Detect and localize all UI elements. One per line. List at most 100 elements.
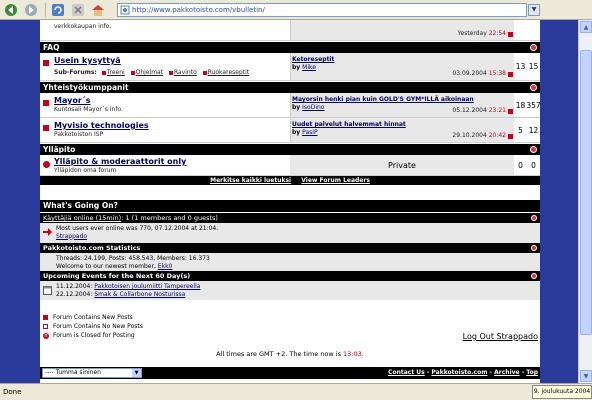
forum-row-yllapito: Ylläpito & moderaattorit only Ylläpidon … xyxy=(40,155,540,176)
contact-link[interactable]: Contact Us xyxy=(388,369,425,376)
forum-footer-links: Merkitse kaikki luetuksi View Forum Lead… xyxy=(40,176,540,185)
address-bar[interactable]: http://www.pakkotoisto.com/vbulletin/ xyxy=(117,2,527,17)
forum-title-link[interactable]: Myvisio technologies xyxy=(54,121,149,130)
no-new-posts-icon xyxy=(43,324,48,329)
subforum-icon xyxy=(202,70,207,75)
forum-title-link[interactable]: Usein kysyttyä xyxy=(54,56,121,65)
scroll-down-icon[interactable]: ▼ xyxy=(580,370,592,382)
last-post-user[interactable]: Mike xyxy=(302,64,316,71)
address-dropdown[interactable]: ▼ xyxy=(528,3,540,16)
forum-row-partial: verkkokaupan info. Yesterday 22:54 xyxy=(40,20,540,41)
address-text: http://www.pakkotoisto.com/vbulletin/ xyxy=(132,5,265,14)
private-cell: Private xyxy=(290,155,514,175)
forum-desc: verkkokaupan info. xyxy=(54,23,112,30)
back-button[interactable] xyxy=(2,2,20,18)
stop-icon xyxy=(72,3,84,16)
forum-row-usein: Usein kysyttyä Sub-Forums: Treeni Ohjelm… xyxy=(40,53,540,81)
go-last-post-icon[interactable] xyxy=(508,134,513,139)
last-post-user[interactable]: IsoDino xyxy=(302,104,324,111)
forum-desc: Kuntosali Mayor´s info. xyxy=(54,106,123,113)
toolbar-separator xyxy=(45,2,46,17)
last-post-by: by IsoDino xyxy=(292,104,325,111)
thread-count: 18 xyxy=(515,100,526,110)
style-select-value: ---- Tumma sininen xyxy=(45,369,101,376)
scroll-up-icon[interactable]: ▲ xyxy=(580,21,592,33)
online-user-link[interactable]: Strappado xyxy=(56,233,218,241)
forum-title-link[interactable]: Mayor´s xyxy=(54,96,91,105)
event-link[interactable]: Smak & Collarbone Nosturissa xyxy=(94,291,185,298)
forum-title-link[interactable]: Ylläpito & moderaattorit only xyxy=(54,157,186,166)
legend-new: Forum Contains New Posts xyxy=(43,314,133,321)
last-post-cell: Ketoreseptit by Mike 03.09.2004 15:38 xyxy=(290,53,514,80)
event-link[interactable]: Pakkotoisen joulumiitti Tampereella xyxy=(94,283,200,290)
style-select[interactable]: ---- Tumma sininen ▼ xyxy=(42,368,142,378)
vertical-scrollbar[interactable]: ▲ ▼ xyxy=(578,20,592,383)
thread-count: 0 xyxy=(518,160,523,170)
subforum-link[interactable]: Treeni xyxy=(107,69,125,76)
mark-read-link[interactable]: Merkitse kaikki luetuksi xyxy=(210,177,291,184)
new-posts-icon xyxy=(43,315,48,320)
site-link[interactable]: Pakkotoisto.com xyxy=(431,369,487,376)
collapse-icon[interactable] xyxy=(531,273,537,279)
last-post-user[interactable]: PasiP xyxy=(302,129,317,136)
wgo-title: What's Going On? xyxy=(43,201,118,210)
forward-button[interactable] xyxy=(22,2,40,18)
go-last-post-icon[interactable] xyxy=(508,32,513,37)
post-count: 357 xyxy=(526,100,541,110)
calendar-icon xyxy=(43,286,52,295)
subforum-icon xyxy=(130,70,135,75)
events-title: Upcoming Events for the Next 60 Day(s) xyxy=(43,272,191,280)
collapse-icon[interactable] xyxy=(531,245,537,251)
logout-link[interactable]: Log Out Strappado xyxy=(463,332,538,341)
subforum-link[interactable]: Ohjelmat xyxy=(136,69,163,76)
thread-count: 5 xyxy=(518,125,523,135)
clock-tooltip: 9. joulukuuta 2004 xyxy=(532,385,592,399)
forum-desc: Ylläpidon oma forum xyxy=(54,167,117,174)
most-users-text: Most users ever online was 770, 07.12.20… xyxy=(56,225,219,232)
category-yllapito[interactable]: Ylläpito xyxy=(40,144,540,155)
stats-line: Threads: 24.199, Posts: 458.543, Members… xyxy=(56,255,210,262)
event-line: 22.12.2004: Smak & Collarbone Nosturissa xyxy=(56,290,186,298)
refresh-button[interactable] xyxy=(49,2,67,18)
page-viewport: verkkokaupan info. Yesterday 22:54 FAQ U… xyxy=(0,20,578,383)
last-post-date: 29.10.2004 20:42 xyxy=(452,132,506,139)
stop-button[interactable] xyxy=(69,2,87,18)
archive-link[interactable]: Archive xyxy=(494,369,519,376)
thread-count: 13 xyxy=(515,62,526,71)
collapse-icon[interactable] xyxy=(530,146,537,153)
category-yhteistyokumppanit[interactable]: Yhteistyökumppanit xyxy=(40,82,540,93)
newest-member-link[interactable]: Ekk0 xyxy=(158,263,173,270)
post-count: 15 xyxy=(528,62,539,71)
subforum-link[interactable]: Ruokareseptit xyxy=(208,69,249,76)
last-post-title[interactable]: Ketoreseptit xyxy=(292,56,334,63)
collapse-icon[interactable] xyxy=(530,84,537,91)
top-link[interactable]: Top xyxy=(526,369,538,376)
home-button[interactable] xyxy=(89,2,107,18)
bottom-links: Contact Us - Pakkotoisto.com - Archive -… xyxy=(388,369,538,376)
last-post-cell: Mayorsin henki pian kuin GOLD'S GYM*ILLÄ… xyxy=(290,93,514,117)
forum-leaders-link[interactable]: View Forum Leaders xyxy=(301,177,370,184)
online-link[interactable]: Käyttäjiä online (15min) xyxy=(43,214,121,222)
legend-closed: × Forum is Closed for Posting xyxy=(43,332,135,339)
events-body: 11.12.2004: Pakkotoisen joulumiitti Tamp… xyxy=(40,281,540,300)
last-post-title[interactable]: Mayorsin henki pian kuin GOLD'S GYM*ILLÄ… xyxy=(292,96,474,103)
timezone-line: All times are GMT +2. The time now is 13… xyxy=(216,350,364,358)
subforums-list: Sub-Forums: Treeni Ohjelmat Ravinto Ruok… xyxy=(54,69,253,76)
status-text: Done xyxy=(3,388,22,396)
online-text: Most users ever online was 770, 07.12.20… xyxy=(56,225,218,240)
forum-row-myvisio: Myvisio technologies Pakkotoiston ISP Uu… xyxy=(40,118,540,143)
go-last-post-icon[interactable] xyxy=(508,72,513,77)
browser-toolbar: http://www.pakkotoisto.com/vbulletin/ ▼ xyxy=(0,0,592,20)
go-last-post-icon[interactable] xyxy=(508,109,513,114)
last-post-cell: Uudet palvelut halvemmat hinnat by PasiP… xyxy=(290,118,514,142)
post-count: 0 xyxy=(531,160,536,170)
wgo-header: What's Going On? xyxy=(40,200,540,212)
subforum-link[interactable]: Ravinto xyxy=(174,69,197,76)
collapse-icon[interactable] xyxy=(531,215,537,221)
category-faq[interactable]: FAQ xyxy=(40,42,540,53)
last-post-title[interactable]: Uudet palvelut halvemmat hinnat xyxy=(292,121,406,128)
scroll-thumb[interactable] xyxy=(580,50,592,335)
new-posts-icon xyxy=(43,125,49,131)
collapse-icon[interactable] xyxy=(530,44,537,51)
closed-forum-icon xyxy=(43,161,50,168)
